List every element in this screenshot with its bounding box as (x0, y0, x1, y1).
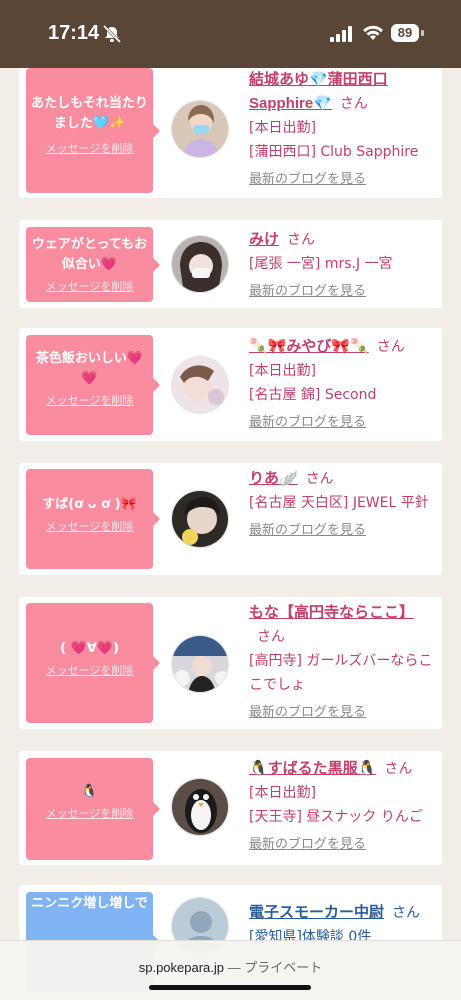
member-shop: [名古屋 錦] Second (249, 387, 377, 403)
member-info: 🐧すばるた黒服🐧 さん [本日出勤] [天王寺] 昼スナック りんご 最新のブログ… (249, 757, 435, 857)
honorific: さん (376, 339, 405, 355)
delete-message-link[interactable]: メッセージを削除 (46, 662, 134, 678)
avatar[interactable] (171, 490, 229, 548)
status-bar: 17:14 89 (0, 0, 461, 68)
member-info: みけ さん [尾張 一宮] mrs.J 一宮 最新のブログを見る (249, 228, 435, 304)
latest-blog-link[interactable]: 最新のブログを見る (249, 280, 435, 304)
message-text: 🐧 (81, 784, 98, 799)
delete-message-link[interactable]: メッセージを削除 (46, 518, 134, 534)
honorific: さん (339, 96, 368, 112)
avatar[interactable] (171, 356, 229, 414)
message-bubble: すば(ơ ᴗ ơ )🎀 メッセージを削除 (26, 469, 160, 569)
message-text: すば(ơ ᴗ ơ )🎀 (42, 497, 137, 512)
honorific: さん (384, 761, 413, 777)
honorific: さん (305, 471, 334, 487)
url-display[interactable]: sp.pokepara.jp — プライベート (0, 957, 461, 976)
member-name-link[interactable]: 🐧すばるた黒服🐧 (249, 760, 376, 777)
avatar[interactable] (171, 635, 229, 693)
message-bubble: ( 💗∀💗) メッセージを削除 (26, 603, 160, 723)
latest-blog-link[interactable]: 最新のブログを見る (249, 519, 435, 543)
message-card: すば(ơ ᴗ ơ )🎀 メッセージを削除 りあ🪽 さん [名古屋 天白区] JEW… (19, 463, 442, 575)
member-shop: [名古屋 天白区] JEWEL 平針 (249, 495, 429, 511)
latest-blog-link[interactable]: 最新のブログを見る (249, 701, 435, 725)
message-bubble: 茶色飯おいしい💗💗 メッセージを削除 (26, 335, 160, 435)
member-name-link[interactable]: 🍡🎀みやび🎀🍡 (249, 338, 369, 355)
member-name-link[interactable]: 電子スモーカー中尉 (249, 904, 384, 921)
battery-indicator: 89 (391, 24, 419, 42)
message-card: 🐧 メッセージを削除 🐧すばるた黒服🐧 さん [本日出勤] [天王寺] 昼スナック… (19, 751, 442, 865)
delete-message-link[interactable]: メッセージを削除 (46, 805, 134, 821)
latest-blog-link[interactable]: 最新のブログを見る (249, 833, 435, 857)
member-status: [本日出勤] (249, 363, 316, 379)
delete-message-link[interactable]: メッセージを削除 (46, 392, 134, 408)
message-text: あたしもそれ当たりました🩵✨ (31, 96, 148, 131)
member-shop: [蒲田西口] Club Sapphire (249, 144, 419, 160)
member-info: もな【高円寺ならここ】さん [高円寺] ガールズバーならここでしょ 最新のブログ… (249, 601, 435, 725)
member-info: 結城あゆ💎蒲田西口Sapphire💎 さん [本日出勤] [蒲田西口] Club … (249, 68, 435, 192)
battery-tip (421, 30, 424, 36)
message-bubble: あたしもそれ当たりました🩵✨ メッセージを削除 (26, 68, 160, 193)
message-card: ウェアがとってもお似合い💗 メッセージを削除 みけ さん [尾張 一宮] mrs.… (19, 220, 442, 308)
message-card: あたしもそれ当たりました🩵✨ メッセージを削除 結城あゆ💎蒲田西口Sapphir… (19, 68, 442, 198)
message-text: ウェアがとってもお似合い💗 (31, 237, 148, 272)
honorific: さん (257, 629, 285, 645)
home-indicator[interactable] (149, 985, 311, 990)
message-bubble: ウェアがとってもお似合い💗 メッセージを削除 (26, 227, 160, 302)
member-name-link[interactable]: りあ🪽 (249, 470, 298, 487)
member-name-link[interactable]: みけ (249, 231, 279, 248)
member-shop: [高円寺] ガールズバーならここでしょ (249, 653, 433, 693)
latest-blog-link[interactable]: 最新のブログを見る (249, 168, 435, 192)
avatar[interactable] (171, 778, 229, 836)
message-text: ニンニク増し増しで (31, 896, 148, 911)
message-card: ( 💗∀💗) メッセージを削除 もな【高円寺ならここ】さん [高円寺] ガールズ… (19, 597, 442, 729)
wifi-icon (363, 25, 383, 40)
private-mode-label: — プライベート (227, 960, 323, 975)
message-card: 茶色飯おいしい💗💗 メッセージを削除 🍡🎀みやび🎀🍡 さん [本日出勤] [名古屋… (19, 328, 442, 441)
member-info: 🍡🎀みやび🎀🍡 さん [本日出勤] [名古屋 錦] Second 最新のブログを見… (249, 335, 435, 435)
message-bubble: 🐧 メッセージを削除 (26, 758, 160, 860)
member-shop: [尾張 一宮] mrs.J 一宮 (249, 256, 393, 272)
member-shop: [天王寺] 昼スナック りんご (249, 809, 423, 825)
status-time: 17:14 (48, 22, 100, 44)
member-name-link[interactable]: もな【高円寺ならここ】 (249, 604, 414, 621)
member-status: [本日出勤] (249, 785, 316, 801)
delete-message-link[interactable]: メッセージを削除 (46, 140, 134, 156)
honorific: さん (287, 232, 316, 248)
message-text: 茶色飯おいしい💗💗 (35, 351, 144, 386)
browser-bottom-bar: sp.pokepara.jp — プライベート (0, 940, 461, 1000)
message-text: ( 💗∀💗) (60, 641, 119, 656)
member-info: りあ🪽 さん [名古屋 天白区] JEWEL 平針 最新のブログを見る (249, 467, 435, 543)
honorific: さん (392, 905, 421, 921)
member-status: [本日出勤] (249, 120, 316, 136)
avatar[interactable] (171, 100, 229, 158)
latest-blog-link[interactable]: 最新のブログを見る (249, 411, 435, 435)
delete-message-link[interactable]: メッセージを削除 (46, 278, 134, 294)
avatar[interactable] (171, 235, 229, 293)
url-domain: sp.pokepara.jp (138, 960, 225, 975)
signal-icon (330, 26, 352, 42)
bell-slash-icon (102, 25, 122, 43)
